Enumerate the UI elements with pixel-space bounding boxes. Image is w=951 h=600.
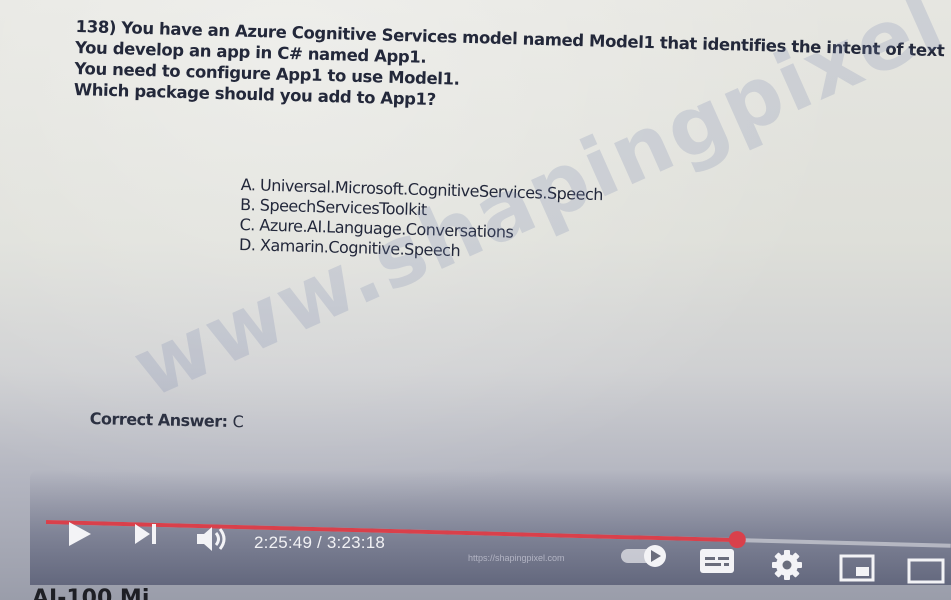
autoplay-toggle-icon [621, 545, 666, 567]
miniplayer-icon [839, 554, 875, 582]
play-icon [69, 522, 91, 546]
correct-answer-value: C [232, 411, 244, 432]
correct-answer: Correct Answer: C [90, 409, 244, 431]
correct-answer-label: Correct Answer: [89, 409, 228, 431]
video-title[interactable]: AI-100 Mi [32, 586, 149, 600]
url-overlay: https://shapingpixel.com [468, 553, 565, 563]
video-frame[interactable]: 138) You have an Azure Cognitive Service… [0, 0, 951, 600]
gear-icon [772, 550, 802, 580]
next-icon [135, 524, 156, 544]
volume-button[interactable] [195, 524, 229, 554]
time-display: 2:25:49 / 3:23:18 [254, 533, 386, 552]
miniplayer-button[interactable] [838, 553, 876, 583]
volume-icon [197, 527, 226, 551]
next-button[interactable] [132, 520, 160, 548]
subtitles-icon [700, 549, 734, 573]
fullscreen-icon [907, 558, 945, 584]
subtitles-button[interactable] [698, 546, 736, 576]
settings-button[interactable] [770, 548, 804, 582]
player-controls-background [30, 470, 951, 585]
play-button[interactable] [66, 519, 94, 549]
autoplay-toggle[interactable] [620, 543, 668, 569]
fullscreen-button[interactable] [906, 556, 946, 586]
